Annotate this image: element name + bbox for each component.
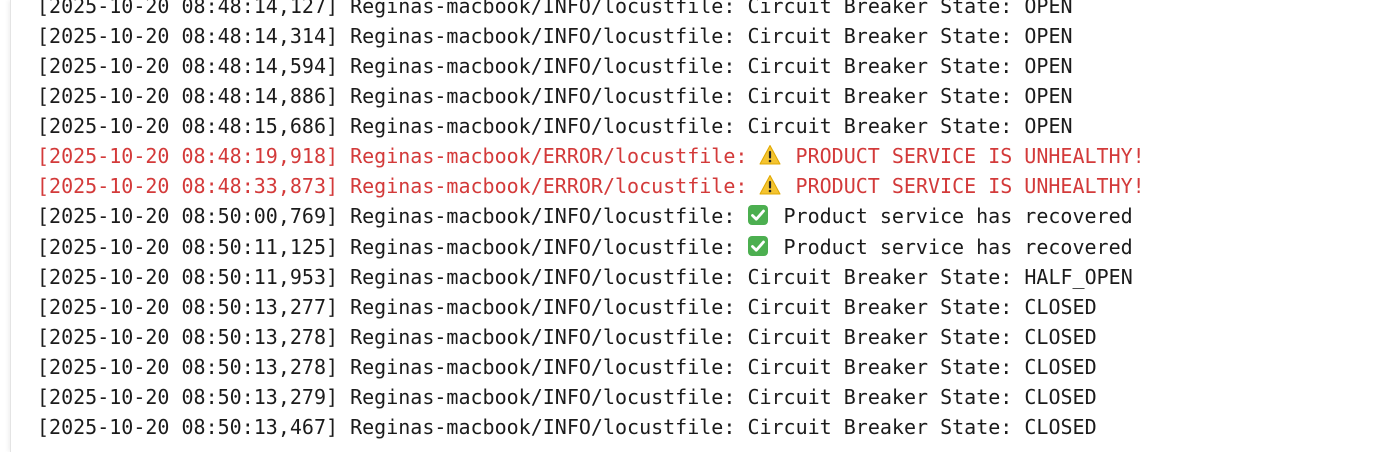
log-source: Reginas-macbook/INFO/locustfile: (350, 0, 736, 18)
log-line: [2025-10-20 08:50:13,279] Reginas-macboo… (37, 382, 1145, 412)
log-timestamp: [2025-10-20 08:48:15,686] (37, 114, 339, 139)
log-message: Product service has recovered (783, 234, 1133, 259)
log-message: Circuit Breaker State: CLOSED (747, 414, 1097, 439)
log-timestamp: [2025-10-20 08:48:14,886] (37, 84, 339, 109)
log-message: Circuit Breaker State: OPEN (747, 84, 1073, 109)
log-source: Reginas-macbook/INFO/locustfile: (350, 234, 736, 259)
log-source: Reginas-macbook/INFO/locustfile: (350, 294, 736, 319)
log-source: Reginas-macbook/INFO/locustfile: (350, 24, 736, 49)
log-source: Reginas-macbook/INFO/locustfile: (350, 414, 736, 439)
log-timestamp: [2025-10-20 08:50:13,278] (37, 354, 339, 379)
log-message: Circuit Breaker State: CLOSED (747, 294, 1097, 319)
log-line: [2025-10-20 08:50:00,769] Reginas-macboo… (37, 201, 1145, 231)
log-output-panel[interactable]: [2025-10-20 08:48:14,127] Reginas-macboo… (10, 0, 1394, 452)
log-message: Circuit Breaker State: HALF_OPEN (747, 264, 1133, 289)
log-timestamp: [2025-10-20 08:50:11,125] (37, 234, 339, 259)
log-timestamp: [2025-10-20 08:50:13,278] (37, 324, 339, 349)
log-source: Reginas-macbook/INFO/locustfile: (350, 204, 736, 229)
log-message: Circuit Breaker State: OPEN (747, 54, 1073, 79)
log-source: Reginas-macbook/INFO/locustfile: (350, 114, 736, 139)
log-line: [2025-10-20 08:50:13,278] Reginas-macboo… (37, 352, 1145, 382)
check-icon (747, 204, 771, 228)
log-source: Reginas-macbook/ERROR/locustfile: (350, 144, 748, 169)
log-source: Reginas-macbook/INFO/locustfile: (350, 354, 736, 379)
log-source: Reginas-macbook/ERROR/locustfile: (350, 174, 748, 199)
log-source: Reginas-macbook/INFO/locustfile: (350, 54, 736, 79)
log-line-error: [2025-10-20 08:48:33,873] Reginas-macboo… (37, 171, 1145, 201)
log-message: Circuit Breaker State: CLOSED (747, 384, 1097, 409)
log-timestamp: [2025-10-20 08:50:00,769] (37, 204, 339, 229)
log-line: [2025-10-20 08:48:15,686] Reginas-macboo… (37, 111, 1145, 141)
log-line: [2025-10-20 08:50:13,277] Reginas-macboo… (37, 292, 1145, 322)
log-source: Reginas-macbook/INFO/locustfile: (350, 84, 736, 109)
log-line: [2025-10-20 08:48:14,886] Reginas-macboo… (37, 81, 1145, 111)
log-message: Circuit Breaker State: CLOSED (747, 354, 1097, 379)
log-timestamp: [2025-10-20 08:50:13,467] (37, 414, 339, 439)
log-source: Reginas-macbook/INFO/locustfile: (350, 264, 736, 289)
check-icon (747, 235, 771, 259)
log-message: Circuit Breaker State: OPEN (747, 0, 1073, 18)
log-lines: [2025-10-20 08:48:14,127] Reginas-macboo… (37, 0, 1145, 442)
log-line: [2025-10-20 08:48:14,127] Reginas-macboo… (37, 0, 1145, 21)
log-source: Reginas-macbook/INFO/locustfile: (350, 384, 736, 409)
log-message: Circuit Breaker State: OPEN (747, 114, 1073, 139)
log-message: Circuit Breaker State: CLOSED (747, 324, 1097, 349)
log-line: [2025-10-20 08:48:14,594] Reginas-macboo… (37, 51, 1145, 81)
warning-icon (759, 174, 783, 198)
log-timestamp: [2025-10-20 08:48:14,594] (37, 54, 339, 79)
warning-icon (759, 144, 783, 168)
log-message: Circuit Breaker State: OPEN (747, 24, 1073, 49)
log-line-error: [2025-10-20 08:48:19,918] Reginas-macboo… (37, 141, 1145, 171)
log-timestamp: [2025-10-20 08:48:33,873] (37, 174, 339, 199)
log-source: Reginas-macbook/INFO/locustfile: (350, 324, 736, 349)
log-timestamp: [2025-10-20 08:48:14,127] (37, 0, 339, 18)
log-timestamp: [2025-10-20 08:50:11,953] (37, 264, 339, 289)
log-line: [2025-10-20 08:50:13,467] Reginas-macboo… (37, 412, 1145, 442)
log-line: [2025-10-20 08:50:11,953] Reginas-macboo… (37, 262, 1145, 292)
log-timestamp: [2025-10-20 08:50:13,277] (37, 294, 339, 319)
log-line: [2025-10-20 08:48:14,314] Reginas-macboo… (37, 21, 1145, 51)
log-timestamp: [2025-10-20 08:48:19,918] (37, 144, 339, 169)
log-line: [2025-10-20 08:50:11,125] Reginas-macboo… (37, 232, 1145, 262)
log-message: Product service has recovered (783, 204, 1133, 229)
log-timestamp: [2025-10-20 08:48:14,314] (37, 24, 339, 49)
log-line: [2025-10-20 08:50:13,278] Reginas-macboo… (37, 322, 1145, 352)
log-message: PRODUCT SERVICE IS UNHEALTHY! (795, 144, 1145, 169)
log-message: PRODUCT SERVICE IS UNHEALTHY! (795, 174, 1145, 199)
log-timestamp: [2025-10-20 08:50:13,279] (37, 384, 339, 409)
